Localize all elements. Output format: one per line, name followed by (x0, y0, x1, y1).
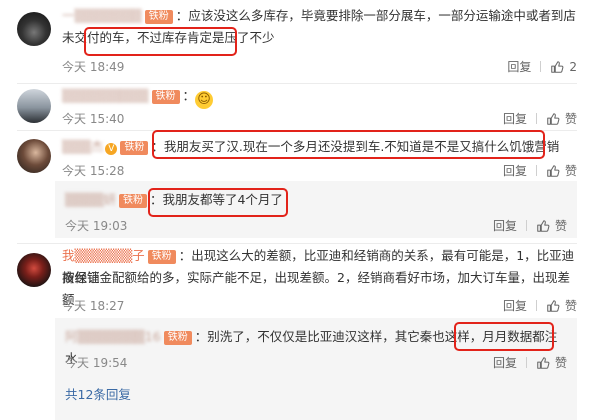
thumbs-up-icon (537, 219, 550, 232)
fan-badge: 铁粉 (120, 141, 149, 155)
reply-meta: 今天 19:03 回复 赞 (65, 217, 567, 235)
verified-icon: V (105, 143, 118, 155)
reply-button[interactable]: 回复 (503, 110, 527, 127)
reply-button[interactable]: 回复 (493, 217, 517, 234)
more-replies-link[interactable]: 共12条回复 (65, 384, 131, 403)
reply-button[interactable]: 回复 (493, 354, 517, 371)
username[interactable]: ▒▒▒▒妍 (65, 192, 116, 207)
like-button[interactable]: 2 (550, 60, 577, 74)
timestamp: 今天 18:49 (62, 60, 125, 74)
username[interactable]: 一▒▒▒▒▒▒▒ (62, 8, 142, 23)
thumbs-up-icon (547, 299, 560, 312)
comment-text: ▒▒▒▒▒▒▒▒▒ 铁粉： ☺ (62, 85, 577, 109)
divider (17, 83, 577, 84)
like-button[interactable]: 赞 (536, 354, 567, 371)
highlight-box-2 (152, 130, 545, 159)
like-label: 赞 (564, 112, 577, 126)
thumbs-up-icon (547, 112, 560, 125)
like-label: 赞 (564, 299, 577, 313)
like-label: 赞 (554, 356, 567, 370)
thumbs-up-icon (547, 164, 560, 177)
sub-reply: ▒▒▒▒妍 铁粉 ：我朋友都等了4个月了 今天 19:03 回复 赞 (55, 181, 577, 238)
username[interactable]: ▒▒▒▒▒▒▒▒▒ (62, 88, 149, 103)
highlight-box-4 (454, 322, 554, 351)
like-label: 赞 (554, 219, 567, 233)
like-count: 2 (569, 59, 577, 74)
like-button[interactable]: 赞 (546, 110, 577, 127)
highlight-box-3 (148, 188, 288, 217)
username[interactable]: 阿▒▒▒▒▒▒▒16 (65, 329, 161, 344)
fan-badge: 铁粉 (118, 194, 147, 208)
like-button[interactable]: 赞 (536, 217, 567, 234)
comment-meta: 今天 18:27 回复 赞 (62, 297, 577, 315)
timestamp: 今天 15:40 (62, 112, 125, 126)
username[interactable]: 我▒▒▒▒▒▒子 (62, 248, 145, 263)
fan-badge: 铁粉 (151, 90, 180, 104)
divider (17, 243, 577, 244)
reply-button[interactable]: 回复 (507, 58, 531, 75)
reply-meta: 今天 19:54 回复 赞 (65, 354, 567, 372)
timestamp: 今天 19:54 (65, 356, 128, 370)
avatar[interactable] (17, 253, 51, 287)
comment-meta: 今天 15:28 回复 赞 (62, 162, 577, 180)
laughing-emoji-icon: ☺ (195, 91, 214, 109)
timestamp: 今天 18:27 (62, 299, 125, 313)
timestamp: 今天 15:28 (62, 164, 125, 178)
comment-meta: 今天 18:49 回复 2 (62, 58, 577, 76)
comment-meta: 今天 15:40 回复 赞 (62, 110, 577, 128)
like-button[interactable]: 赞 (546, 297, 577, 314)
avatar[interactable] (17, 139, 51, 173)
thumbs-up-icon (537, 356, 550, 369)
like-button[interactable]: 赞 (546, 162, 577, 179)
avatar[interactable] (17, 89, 51, 123)
fan-badge: 铁粉 (163, 331, 192, 345)
timestamp: 今天 19:03 (65, 219, 128, 233)
username[interactable]: ▒▒▒杰 (62, 139, 103, 154)
thumbs-up-icon (551, 60, 564, 73)
fan-badge: 铁粉 (147, 250, 176, 264)
fan-badge: 铁粉 (144, 10, 173, 24)
reply-button[interactable]: 回复 (503, 162, 527, 179)
avatar[interactable] (17, 12, 51, 46)
highlight-box-1 (84, 27, 237, 56)
reply-button[interactable]: 回复 (503, 297, 527, 314)
reply-text: ▒▒▒▒妍 铁粉 ：我朋友都等了4个月了 (65, 192, 283, 208)
like-label: 赞 (564, 164, 577, 178)
